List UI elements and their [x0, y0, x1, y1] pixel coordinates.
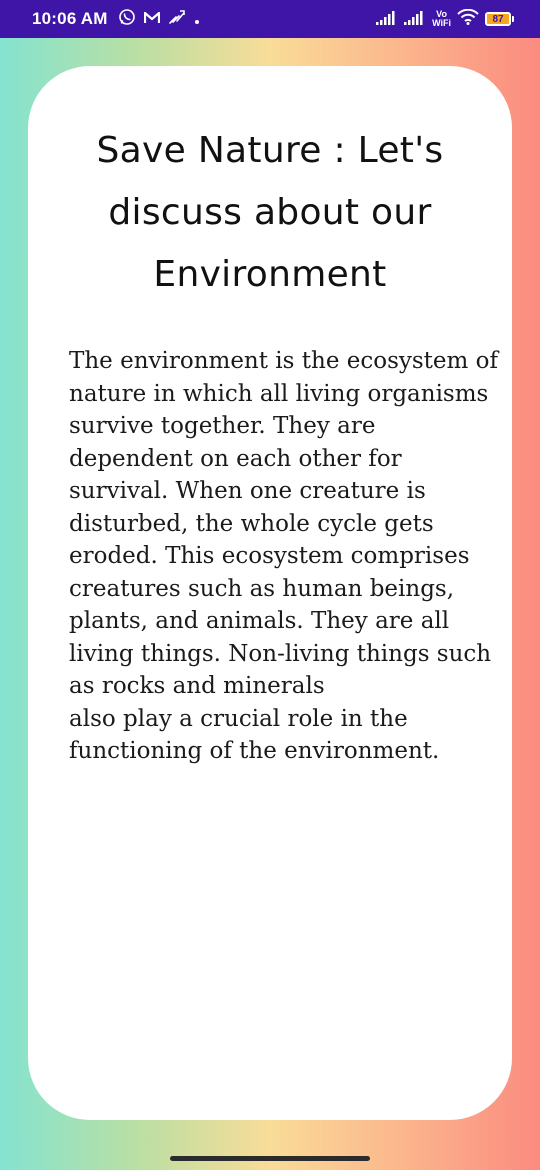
home-indicator[interactable] — [170, 1156, 370, 1161]
battery-icon: 87 — [485, 12, 514, 26]
gmail-icon — [143, 10, 160, 29]
app-notification-icon — [168, 9, 186, 29]
status-time: 10:06 AM — [32, 9, 108, 28]
article-body: The environment is the ecosystem of natu… — [69, 348, 499, 764]
content-card: Save Nature : Let's discuss about our En… — [28, 66, 512, 1120]
vowifi-line2: WiFi — [432, 18, 451, 28]
battery-level: 87 — [485, 12, 511, 26]
status-bar: 10:06 AM Vo WiFi 87 — [0, 0, 540, 38]
wifi-icon — [457, 8, 479, 29]
dot-icon — [194, 10, 200, 29]
signal-icon — [404, 10, 426, 29]
page-title: Save Nature : Let's discuss about our En… — [96, 130, 444, 295]
notification-icons — [118, 8, 200, 30]
vowifi-icon: Vo WiFi — [432, 10, 451, 28]
system-icons: Vo WiFi 87 — [376, 8, 514, 29]
battery-cap — [512, 16, 514, 22]
whatsapp-icon — [118, 8, 136, 30]
signal-icon — [376, 10, 398, 29]
